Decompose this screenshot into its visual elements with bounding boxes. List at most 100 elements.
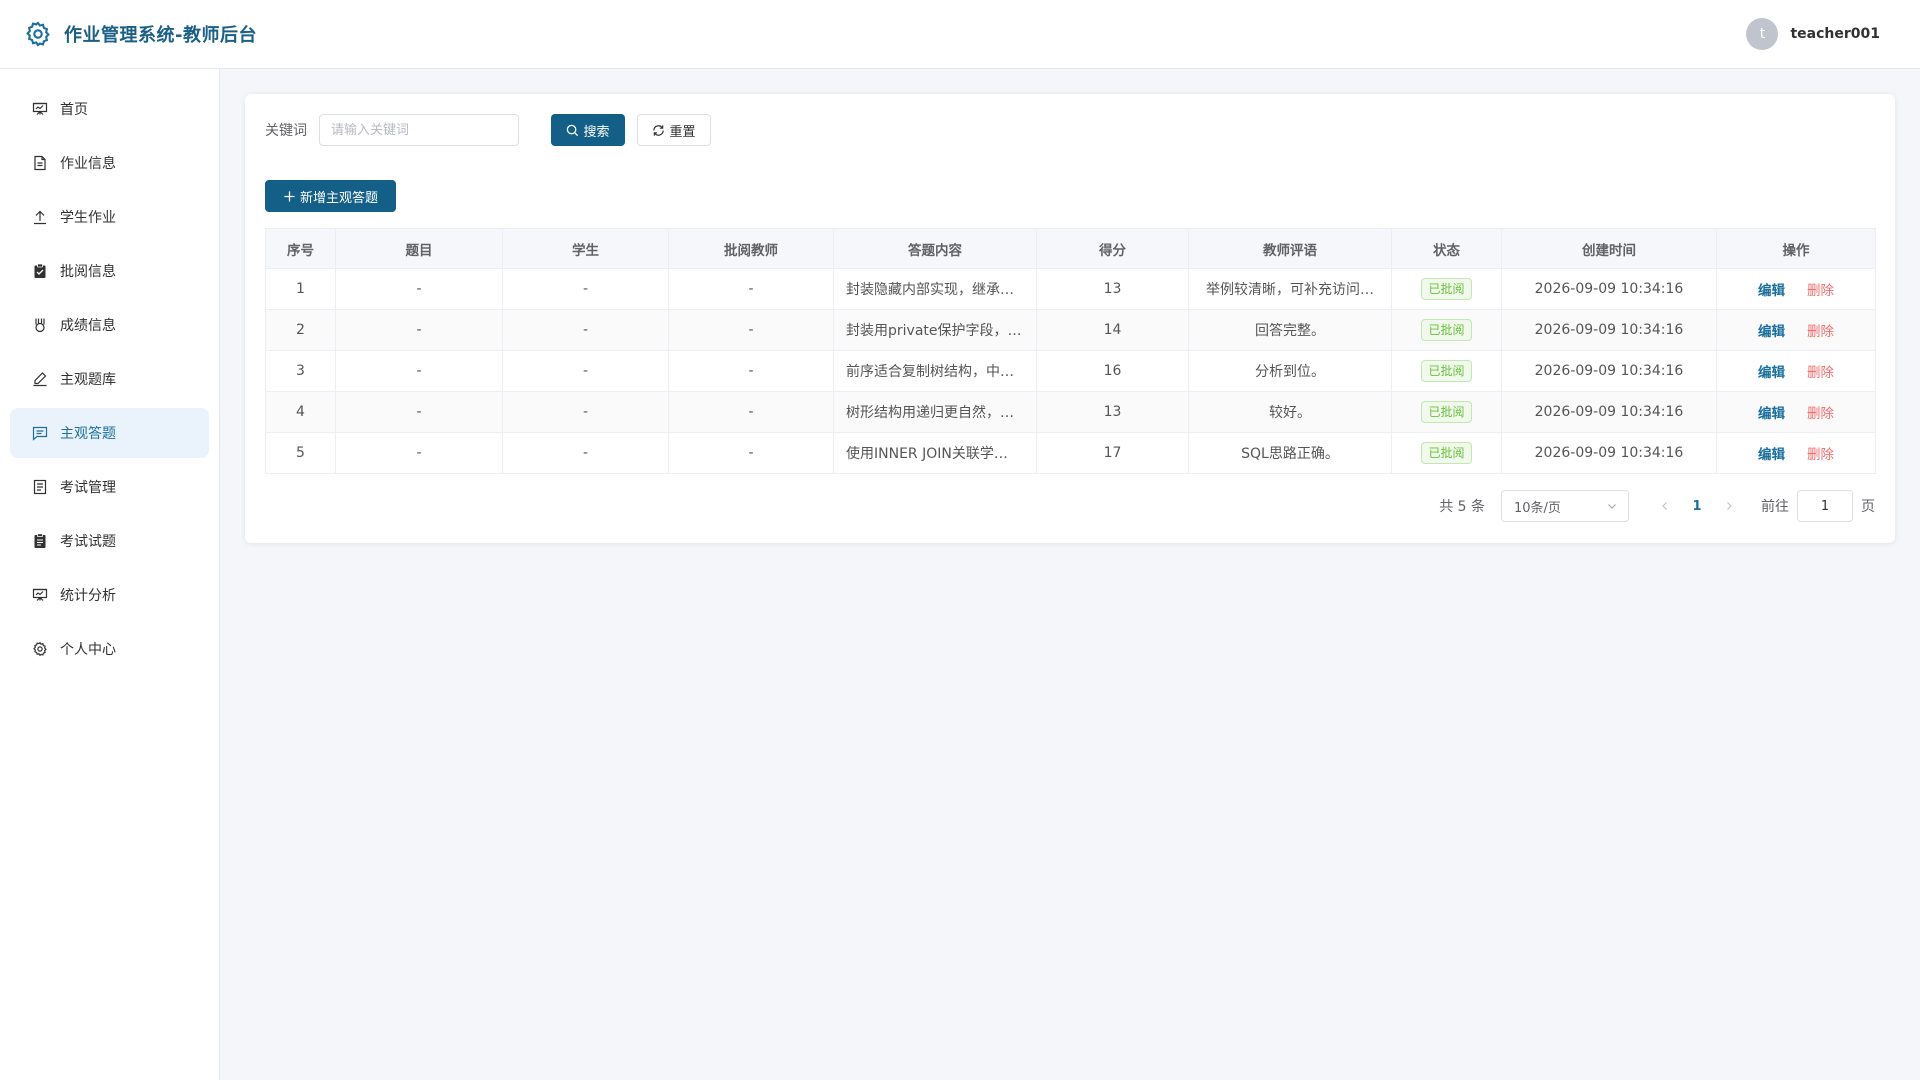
column-header: 题目 <box>335 228 503 269</box>
sidebar-item-subjective-answers[interactable]: 主观答题 <box>10 408 209 458</box>
pagination: 共 5 条 10条/页 1 前往 页 <box>1439 490 1875 522</box>
sidebar-item-review-info[interactable]: 批阅信息 <box>10 246 209 296</box>
sidebar-item-label: 考试管理 <box>60 480 116 496</box>
cell-student: - <box>502 268 669 310</box>
column-header: 操作 <box>1716 228 1876 269</box>
delete-link[interactable]: 删除 <box>1807 365 1834 381</box>
search-toolbar: 关键词 搜索 重置 <box>265 114 1875 146</box>
sidebar-item-label: 考试试题 <box>60 534 116 550</box>
upload-icon <box>34 210 46 225</box>
sidebar-item-statistics[interactable]: 统计分析 <box>10 570 209 620</box>
sidebar-item-exam-management[interactable]: 考试管理 <box>10 462 209 512</box>
cell-teacher: - <box>668 268 834 310</box>
refresh-icon <box>653 124 665 136</box>
column-header: 学生 <box>502 228 669 269</box>
add-subjective-answer-button[interactable]: 新增主观答题 <box>265 180 396 212</box>
search-button[interactable]: 搜索 <box>551 114 625 146</box>
edit-link[interactable]: 编辑 <box>1758 447 1785 463</box>
sidebar-item-label: 成绩信息 <box>60 318 116 334</box>
search-button-label: 搜索 <box>583 124 610 140</box>
status-badge: 已批阅 <box>1421 360 1472 382</box>
delete-link[interactable]: 删除 <box>1807 324 1834 340</box>
column-header: 得分 <box>1036 228 1189 269</box>
tickets-icon <box>33 479 47 495</box>
sidebar-item-profile[interactable]: 个人中心 <box>10 624 209 674</box>
cell-question: - <box>335 309 503 351</box>
add-button-label: 新增主观答题 <box>299 190 378 206</box>
user-menu[interactable]: t teacher001 <box>1746 18 1880 50</box>
chevron-left-icon <box>1662 502 1667 510</box>
next-page-button[interactable] <box>1713 490 1745 522</box>
edit-link[interactable]: 编辑 <box>1758 324 1785 340</box>
page-size-value: 10条/页 <box>1514 500 1561 516</box>
cell-score: 14 <box>1036 309 1189 351</box>
cell-teacher: - <box>668 432 834 474</box>
sidebar-item-homework-info[interactable]: 作业信息 <box>10 138 209 188</box>
cell-index: 2 <box>265 309 336 351</box>
presentation-icon <box>32 102 48 115</box>
cell-score: 17 <box>1036 432 1189 474</box>
cell-actions: 编辑 删除 <box>1716 350 1876 392</box>
cell-created: 2026-09-09 10:34:16 <box>1501 350 1717 392</box>
column-header: 教师评语 <box>1188 228 1392 269</box>
cell-status: 已批阅 <box>1391 391 1502 433</box>
delete-link[interactable]: 删除 <box>1807 447 1834 463</box>
sidebar-item-label: 主观题库 <box>60 372 116 388</box>
cell-comment: SQL思路正确。 <box>1188 432 1392 474</box>
cell-index: 5 <box>265 432 336 474</box>
cell-teacher: - <box>668 391 834 433</box>
sidebar-item-exam-questions[interactable]: 考试试题 <box>10 516 209 566</box>
sidebar-item-home[interactable]: 首页 <box>10 84 209 134</box>
sidebar-item-label: 首页 <box>60 102 88 118</box>
keyword-input[interactable] <box>319 114 519 146</box>
cell-question: - <box>335 432 503 474</box>
app-title: 作业管理系统-教师后台 <box>64 25 257 46</box>
column-header: 状态 <box>1391 228 1502 269</box>
sidebar-item-student-homework[interactable]: 学生作业 <box>10 192 209 242</box>
delete-link[interactable]: 删除 <box>1807 406 1834 422</box>
prev-page-button[interactable] <box>1649 490 1681 522</box>
cell-comment: 较好。 <box>1188 391 1392 433</box>
answers-table: 序号 题目 学生 批阅教师 答题内容 得分 教师评语 状态 创建时间 操作 1 … <box>265 228 1876 474</box>
cell-created: 2026-09-09 10:34:16 <box>1501 432 1717 474</box>
sidebar-item-score-info[interactable]: 成绩信息 <box>10 300 209 350</box>
cell-status: 已批阅 <box>1391 432 1502 474</box>
edit-link[interactable]: 编辑 <box>1758 283 1785 299</box>
status-badge: 已批阅 <box>1421 442 1472 464</box>
delete-link[interactable]: 删除 <box>1807 283 1834 299</box>
cell-score: 16 <box>1036 350 1189 392</box>
top-header: 作业管理系统-教师后台 t teacher001 <box>0 0 1920 69</box>
reset-button[interactable]: 重置 <box>637 114 711 146</box>
goto-page-input[interactable] <box>1797 490 1853 522</box>
chat-square-icon <box>32 426 48 441</box>
total-count: 共 5 条 <box>1439 499 1485 515</box>
sidebar-item-label: 主观答题 <box>60 426 116 442</box>
cell-content: 封装用private保护字段，… <box>833 309 1037 351</box>
sidebar-item-subjective-bank[interactable]: 主观题库 <box>10 354 209 404</box>
edit-link[interactable]: 编辑 <box>1758 365 1785 381</box>
data-board-icon <box>32 588 48 601</box>
medal-icon <box>35 318 45 333</box>
status-badge: 已批阅 <box>1421 319 1472 341</box>
cell-question: - <box>335 391 503 433</box>
cell-score: 13 <box>1036 268 1189 310</box>
cell-question: - <box>335 350 503 392</box>
cell-index: 3 <box>265 350 336 392</box>
document-icon <box>34 155 46 171</box>
sidebar-item-label: 个人中心 <box>60 642 116 658</box>
edit-link[interactable]: 编辑 <box>1758 406 1785 422</box>
chevron-down-icon <box>1608 504 1616 509</box>
avatar[interactable]: t <box>1746 18 1779 50</box>
cell-actions: 编辑 删除 <box>1716 432 1876 474</box>
gear-icon <box>33 641 47 657</box>
cell-created: 2026-09-09 10:34:16 <box>1501 309 1717 351</box>
chevron-right-icon <box>1727 502 1732 510</box>
cell-actions: 编辑 删除 <box>1716 309 1876 351</box>
keyword-label: 关键词 <box>265 123 307 139</box>
page-size-select[interactable]: 10条/页 <box>1501 490 1629 522</box>
page-suffix: 页 <box>1861 499 1875 515</box>
table-row: 5 - - - 使用INNER JOIN关联学… 17 SQL思路正确。 已批阅… <box>265 432 1876 474</box>
username[interactable]: teacher001 <box>1790 26 1880 42</box>
page-number[interactable]: 1 <box>1681 490 1713 522</box>
cell-student: - <box>502 432 669 474</box>
